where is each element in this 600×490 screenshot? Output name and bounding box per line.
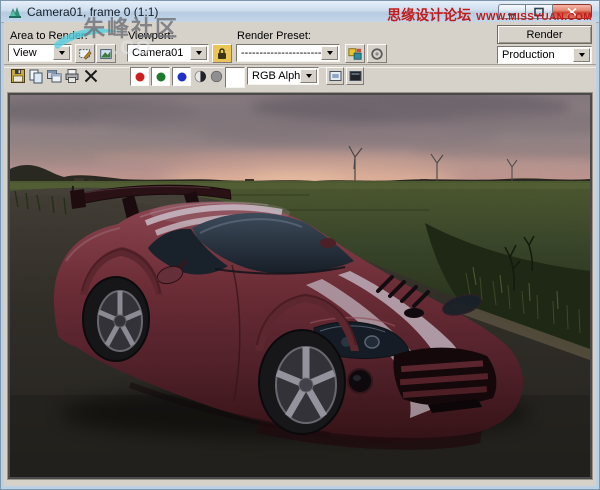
render-preset-value: ------------------------	[241, 47, 321, 59]
red-channel-toggle[interactable]	[130, 67, 149, 86]
alpha-channel-toggle[interactable]	[194, 70, 207, 83]
area-to-render-value: View	[13, 47, 53, 59]
chevron-down-icon[interactable]	[190, 46, 207, 60]
ui-overlay-icon	[329, 70, 342, 82]
save-image-button[interactable]	[10, 68, 26, 84]
red-channel-dot	[135, 72, 145, 82]
blue-channel-dot	[177, 72, 187, 82]
rendered-image	[10, 95, 590, 477]
environment-dialog-button[interactable]	[367, 44, 387, 63]
close-button[interactable]	[553, 4, 592, 19]
channel-display-select[interactable]: RGB Alpha	[247, 67, 319, 85]
clear-color-swatch[interactable]	[225, 67, 245, 88]
auto-region-button[interactable]	[96, 44, 116, 63]
edit-region-button[interactable]	[75, 44, 95, 63]
rendered-frame-window: Camera01, frame 0 (1:1) 思缘设计论坛 WWW.MISSY…	[0, 0, 600, 490]
auto-region-icon	[99, 47, 113, 61]
viewport-value: Camera01	[132, 47, 190, 59]
chevron-down-icon[interactable]	[321, 46, 338, 60]
chevron-down-icon[interactable]	[53, 46, 70, 60]
maximize-icon	[534, 7, 544, 16]
channel-display-value: RGB Alpha	[252, 70, 300, 82]
chevron-down-icon[interactable]	[573, 48, 590, 62]
render-preset-select[interactable]: ------------------------	[236, 44, 340, 62]
print-image-button[interactable]	[64, 68, 80, 84]
edit-region-icon	[78, 47, 92, 61]
maximize-button[interactable]	[526, 4, 553, 19]
copy-image-button[interactable]	[28, 68, 44, 84]
render-button[interactable]: Render	[497, 25, 592, 44]
clear-image-button[interactable]	[83, 68, 99, 84]
rendered-image-frame	[8, 93, 592, 479]
chevron-down-icon[interactable]	[300, 69, 317, 83]
area-to-render-select[interactable]: View	[8, 44, 72, 62]
render-mode-value: Production	[502, 49, 573, 61]
titlebar[interactable]: Camera01, frame 0 (1:1)	[1, 1, 599, 23]
minimize-button[interactable]	[498, 4, 526, 19]
viewport-label: Viewport:	[128, 30, 174, 42]
environment-icon	[370, 47, 384, 61]
blue-channel-toggle[interactable]	[172, 67, 191, 86]
render-setup-icon	[348, 47, 362, 61]
close-icon	[567, 7, 577, 16]
window-title: Camera01, frame 0 (1:1)	[27, 5, 158, 19]
viewport-lock-toggle[interactable]	[212, 44, 232, 63]
viewport-select[interactable]: Camera01	[127, 44, 209, 62]
toggle-ui-button[interactable]	[346, 67, 364, 85]
area-to-render-label: Area to Render:	[10, 30, 88, 42]
client-area: Area to Render: Viewport: Render Preset:…	[4, 22, 596, 486]
clone-window-button[interactable]	[46, 68, 62, 84]
green-channel-dot	[156, 72, 166, 82]
render-setup-button[interactable]	[345, 44, 365, 63]
3dsmax-icon	[8, 5, 22, 19]
minimize-icon	[507, 7, 517, 16]
padlock-icon	[216, 47, 228, 60]
green-channel-toggle[interactable]	[151, 67, 170, 86]
render-button-label: Render	[526, 29, 562, 41]
render-preset-label: Render Preset:	[237, 30, 311, 42]
render-mode-select[interactable]: Production	[497, 46, 592, 64]
ui-overlays-toggle[interactable]	[326, 67, 344, 85]
toggle-ui-icon	[349, 70, 362, 82]
monochrome-toggle[interactable]	[210, 70, 223, 83]
